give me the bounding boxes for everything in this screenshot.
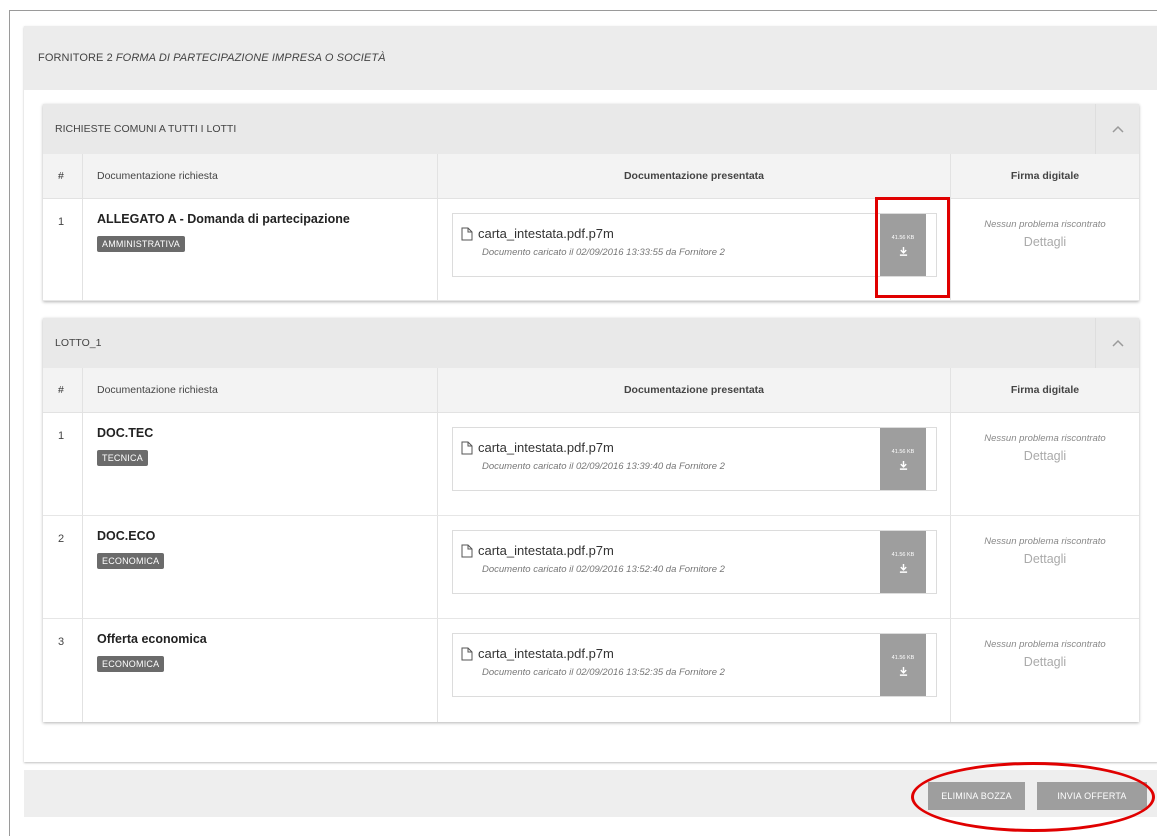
section-common-requests: RICHIESTE COMUNI A TUTTI I LOTTI # Docum…: [43, 104, 1139, 301]
file-upload-info: Documento caricato il 02/09/2016 13:33:5…: [482, 247, 725, 258]
chevron-up-icon: [1111, 125, 1124, 133]
file-size: 41.56 KB: [891, 551, 915, 558]
table-row: 3 Offerta economica ECONOMICA carta_inte…: [43, 619, 1139, 722]
table-row: 1 DOC.TEC TECNICA carta_intestata.pdf.p7…: [43, 413, 1139, 516]
table-row: 1 ALLEGATO A - Domanda di partecipazione…: [43, 199, 1139, 301]
col-signature: Firma digitale: [1010, 170, 1080, 182]
doc-title: DOC.ECO: [97, 529, 156, 543]
row-number: 2: [58, 533, 65, 545]
participation-form: FORMA DI PARTECIPAZIONE IMPRESA O SOCIET…: [115, 52, 386, 64]
col-num: #: [43, 368, 83, 412]
file-size: 41.56 KB: [891, 654, 915, 661]
section-lotto-1: LOTTO_1 # Documentazione richiesta Docum…: [43, 318, 1139, 722]
category-badge: TECNICA: [97, 450, 148, 466]
file-icon: [461, 227, 473, 240]
collapse-button[interactable]: [1095, 318, 1139, 368]
download-button[interactable]: 41.56 KB: [880, 634, 926, 696]
file-card: carta_intestata.pdf.p7m Documento carica…: [452, 530, 937, 594]
doc-title: Offerta economica: [97, 632, 207, 646]
file-upload-info: Documento caricato il 02/09/2016 13:39:4…: [482, 461, 725, 472]
file-card: carta_intestata.pdf.p7m Documento carica…: [452, 213, 937, 277]
collapse-button[interactable]: [1095, 104, 1139, 154]
category-badge: ECONOMICA: [97, 553, 165, 569]
row-number: 3: [58, 636, 65, 648]
file-upload-info: Documento caricato il 02/09/2016 13:52:4…: [482, 564, 725, 575]
supplier-header: FORNITORE 2 FORMA DI PARTECIPAZIONE IMPR…: [24, 26, 1157, 90]
file-size: 41.56 KB: [891, 448, 915, 455]
row-number: 1: [58, 430, 65, 442]
file-name[interactable]: carta_intestata.pdf.p7m: [478, 646, 614, 661]
col-required: Documentazione richiesta: [83, 368, 438, 412]
table-header: # Documentazione richiesta Documentazion…: [43, 368, 1139, 413]
file-name[interactable]: carta_intestata.pdf.p7m: [478, 440, 614, 455]
file-icon: [461, 441, 473, 454]
highlight-download-box: [875, 197, 950, 298]
row-number: 1: [58, 216, 65, 228]
table-row: 2 DOC.ECO ECONOMICA carta_intestata.pdf.…: [43, 516, 1139, 619]
details-link[interactable]: Dettagli: [951, 552, 1139, 566]
signature-status: Nessun problema riscontrato: [984, 433, 1106, 444]
download-icon: [899, 460, 907, 470]
file-name[interactable]: carta_intestata.pdf.p7m: [478, 543, 614, 558]
file-card: carta_intestata.pdf.p7m Documento carica…: [452, 427, 937, 491]
file-icon: [461, 544, 473, 557]
file-icon: [461, 647, 473, 660]
file-card: carta_intestata.pdf.p7m Documento carica…: [452, 633, 937, 697]
details-link[interactable]: Dettagli: [951, 655, 1139, 669]
table-header: # Documentazione richiesta Documentazion…: [43, 154, 1139, 199]
category-badge: ECONOMICA: [97, 656, 165, 672]
section-title: RICHIESTE COMUNI A TUTTI I LOTTI: [55, 123, 237, 135]
signature-status: Nessun problema riscontrato: [984, 219, 1106, 230]
download-button[interactable]: 41.56 KB: [880, 531, 926, 593]
details-link[interactable]: Dettagli: [951, 449, 1139, 463]
col-required: Documentazione richiesta: [83, 154, 438, 198]
section-header[interactable]: LOTTO_1: [43, 318, 1139, 368]
download-icon: [899, 563, 907, 573]
supplier-name: FORNITORE 2: [38, 52, 113, 64]
details-link[interactable]: Dettagli: [951, 235, 1139, 249]
signature-status: Nessun problema riscontrato: [984, 536, 1106, 547]
doc-title: DOC.TEC: [97, 426, 154, 440]
file-name[interactable]: carta_intestata.pdf.p7m: [478, 226, 614, 241]
section-header[interactable]: RICHIESTE COMUNI A TUTTI I LOTTI: [43, 104, 1139, 154]
section-title: LOTTO_1: [55, 337, 102, 349]
file-upload-info: Documento caricato il 02/09/2016 13:52:3…: [482, 667, 725, 678]
doc-title: ALLEGATO A - Domanda di partecipazione: [97, 212, 350, 226]
col-presented: Documentazione presentata: [438, 154, 951, 198]
download-button[interactable]: 41.56 KB: [880, 428, 926, 490]
signature-status: Nessun problema riscontrato: [984, 639, 1106, 650]
download-icon: [899, 666, 907, 676]
col-presented: Documentazione presentata: [438, 368, 951, 412]
supplier-card: FORNITORE 2 FORMA DI PARTECIPAZIONE IMPR…: [24, 26, 1157, 762]
highlight-buttons-ellipse: [911, 762, 1155, 832]
col-num: #: [43, 154, 83, 198]
col-signature: Firma digitale: [1010, 384, 1080, 396]
chevron-up-icon: [1111, 339, 1124, 347]
category-badge: AMMINISTRATIVA: [97, 236, 185, 252]
